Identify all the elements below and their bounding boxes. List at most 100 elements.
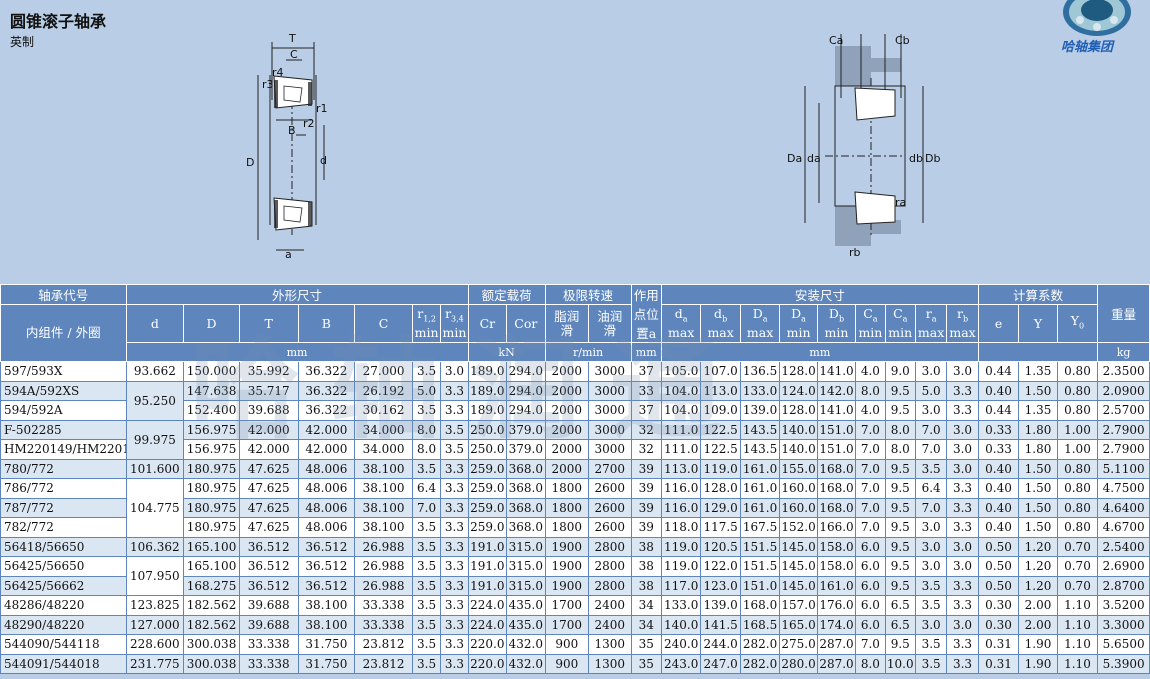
table-cell: 9.5 <box>884 478 916 499</box>
table-row: 780/772 101.600 180.975 47.625 48.006 38.100 3… <box>0 458 1150 479</box>
table-cell: 3.0 <box>946 556 979 577</box>
header-parts: 内组件 / 外圈 <box>0 304 127 362</box>
table-cell: 117.0 <box>660 575 702 596</box>
label-B: B <box>288 124 296 137</box>
cell-model: 56425/56650 <box>0 556 127 577</box>
table-cell: 0.50 <box>977 556 1020 577</box>
table-cell: 3.5 <box>411 361 442 382</box>
table-cell: 3000 <box>588 361 632 382</box>
table-cell: 3.3 <box>946 653 979 674</box>
table-cell: 6.5 <box>884 595 916 616</box>
table-cell: 0.44 <box>977 400 1020 421</box>
bearing-spec-table: 轴承代号 外形尺寸 额定载荷 极限转速 作用 点位 置a 安装尺寸 计算系数 重量 … <box>0 284 1150 674</box>
table-cell: 140.0 <box>779 419 818 440</box>
table-cell: 1.50 <box>1018 478 1058 499</box>
table-cell: 2.7900 <box>1097 439 1150 460</box>
label-db: db <box>909 152 923 165</box>
table-cell: 141.0 <box>816 361 857 382</box>
table-cell: 118.0 <box>660 517 702 538</box>
unit-load: kN <box>467 342 546 362</box>
table-row: 48290/48220 127.000 182.562 39.688 38.100 33.… <box>0 614 1150 635</box>
table-cell: 26.988 <box>354 556 413 577</box>
cell-model: 544091/544018 <box>0 653 127 674</box>
table-cell: 0.33 <box>977 439 1020 460</box>
table-cell: 1.50 <box>1018 458 1058 479</box>
table-cell: 2.00 <box>1018 595 1058 616</box>
table-cell: 3.5 <box>914 653 948 674</box>
table-cell: 189.0 <box>467 400 508 421</box>
table-cell: 34 <box>630 614 662 635</box>
table-cell: 26.192 <box>354 380 413 401</box>
table-cell: 6.0 <box>855 614 886 635</box>
cell-bore-d: 231.775 <box>125 653 185 674</box>
table-cell: 33.338 <box>354 614 413 635</box>
label-d: d <box>320 154 327 167</box>
table-cell: 2000 <box>544 380 590 401</box>
table-cell: 111.0 <box>660 439 702 460</box>
table-cell: 3.5 <box>440 419 469 440</box>
table-cell: 47.625 <box>238 478 299 499</box>
table-cell: 7.0 <box>914 419 948 440</box>
table-cell: 3000 <box>588 380 632 401</box>
table-cell: 180.975 <box>183 478 240 499</box>
table-cell: 38.100 <box>354 517 413 538</box>
table-cell: 379.0 <box>506 439 546 460</box>
table-cell: 3.3 <box>946 634 979 655</box>
header-area: 圆锥滚子轴承 英制 哈轴集团 T C r3 r4 r1 r2 B D d a C… <box>0 0 1150 284</box>
table-cell: 9.5 <box>884 497 916 518</box>
table-cell: 6.5 <box>884 614 916 635</box>
table-cell: 119.0 <box>660 536 702 557</box>
table-cell: 300.038 <box>183 653 240 674</box>
table-cell: 124.0 <box>779 380 818 401</box>
table-cell: 35 <box>630 634 662 655</box>
table-cell: 38.100 <box>354 478 413 499</box>
table-cell: 36.512 <box>238 556 299 577</box>
label-Ca: Ca <box>829 34 843 47</box>
table-cell: 9.5 <box>884 556 916 577</box>
col-Y0: Y0 <box>1056 304 1099 343</box>
table-cell: 0.40 <box>977 497 1020 518</box>
table-cell: 30.162 <box>354 400 413 421</box>
table-cell: 168.275 <box>183 575 240 596</box>
table-cell: 145.0 <box>779 536 818 557</box>
table-cell: 3.3 <box>946 380 979 401</box>
table-cell: 1.90 <box>1018 653 1058 674</box>
table-cell: 0.80 <box>1056 497 1099 518</box>
table-cell: 6.0 <box>855 575 886 596</box>
cell-model: 782/772 <box>0 517 127 538</box>
table-cell: 152.400 <box>183 400 240 421</box>
table-cell: 42.000 <box>297 419 356 440</box>
table-cell: 161.0 <box>816 575 857 596</box>
table-cell: 119.0 <box>700 458 741 479</box>
table-cell: 191.0 <box>467 536 508 557</box>
table-cell: 39.688 <box>238 614 299 635</box>
table-cell: 2600 <box>588 478 632 499</box>
table-cell: 167.5 <box>739 517 781 538</box>
table-cell: 0.70 <box>1056 556 1099 577</box>
table-cell: 368.0 <box>506 497 546 518</box>
table-cell: 8.0 <box>411 419 442 440</box>
table-cell: 151.0 <box>739 575 781 596</box>
table-cell: 0.30 <box>977 614 1020 635</box>
col-rb: rb max <box>946 304 979 343</box>
table-cell: 0.40 <box>977 517 1020 538</box>
table-cell: 143.5 <box>739 439 781 460</box>
table-cell: 3.3 <box>440 478 469 499</box>
table-cell: 287.0 <box>816 653 857 674</box>
cell-model: 597/593X <box>0 361 127 382</box>
table-cell: 315.0 <box>506 575 546 596</box>
table-cell: 2.8700 <box>1097 575 1150 596</box>
brand-name: 哈轴集团 <box>1061 40 1114 55</box>
col-D: D <box>183 304 240 343</box>
table-cell: 191.0 <box>467 556 508 577</box>
table-cell: 142.0 <box>816 380 857 401</box>
table-cell: 3.5 <box>411 575 442 596</box>
table-cell: 107.0 <box>700 361 741 382</box>
table-cell: 0.50 <box>977 536 1020 557</box>
table-cell: 900 <box>544 634 590 655</box>
table-cell: 2400 <box>588 614 632 635</box>
table-cell: 189.0 <box>467 380 508 401</box>
table-cell: 3.5 <box>914 595 948 616</box>
table-cell: 2.7900 <box>1097 419 1150 440</box>
cell-bore-d: 93.662 <box>125 361 185 382</box>
